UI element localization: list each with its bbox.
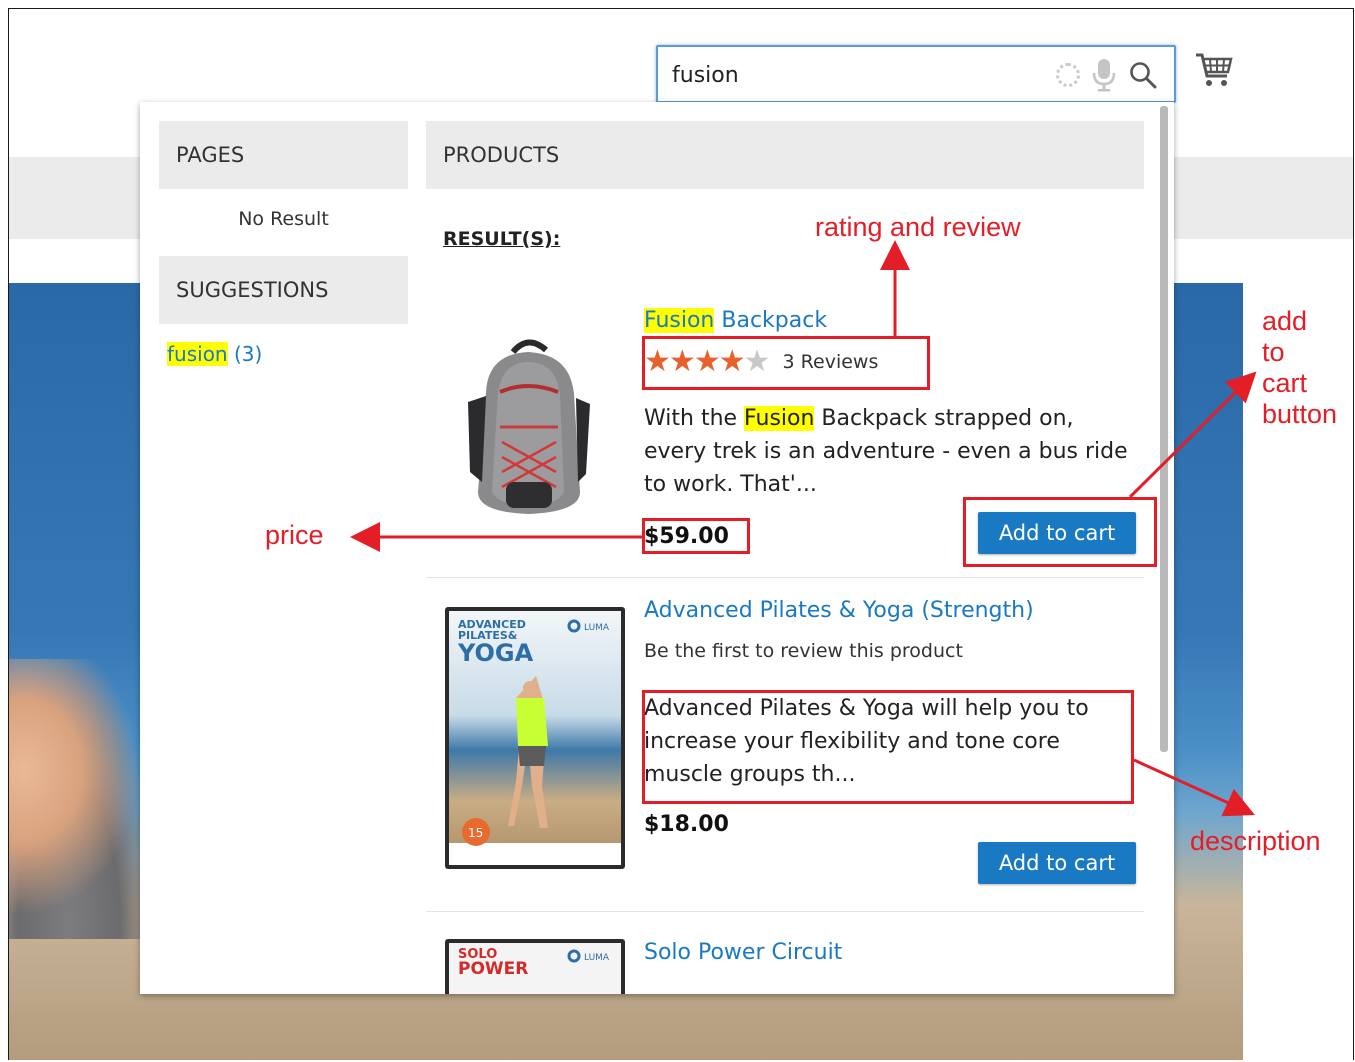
- cover-brand: LUMA: [584, 623, 610, 633]
- pages-heading: PAGES: [159, 121, 408, 189]
- dropdown-scrollbar[interactable]: [1160, 106, 1168, 752]
- product-name-link[interactable]: Advanced Pilates & Yoga (Strength): [644, 598, 1034, 623]
- review-prompt[interactable]: Be the first to review this product: [644, 640, 963, 662]
- add-to-cart-button[interactable]: Add to cart: [978, 842, 1136, 884]
- search-input[interactable]: [672, 59, 1032, 91]
- cover-badge: 15: [468, 826, 483, 840]
- loading-spinner-icon: [1056, 63, 1080, 87]
- price-annotation-box: [642, 518, 750, 554]
- product-price: $18.00: [644, 812, 729, 837]
- cover-title-line: YOGA: [457, 639, 534, 667]
- product-name-rest: Backpack: [714, 308, 828, 333]
- search-box[interactable]: [656, 45, 1176, 103]
- description-annotation-label: description: [1190, 826, 1321, 856]
- hero-model-image: [9, 659, 159, 939]
- cart-annotation-line: add: [1262, 306, 1308, 336]
- cart-annotation-box: [963, 497, 1157, 567]
- backpack-image[interactable]: [458, 332, 598, 518]
- description-annotation-box: [642, 690, 1134, 804]
- pages-heading-text: PAGES: [176, 143, 245, 167]
- suggestions-heading-text: SUGGESTIONS: [176, 278, 329, 302]
- product-name-link[interactable]: Fusion Backpack: [644, 308, 827, 333]
- search-icon[interactable]: [1128, 60, 1158, 90]
- pages-no-result: No Result: [238, 208, 329, 230]
- desc-part: With the: [644, 406, 745, 431]
- rating-annotation-label: rating and review: [815, 212, 1021, 242]
- cover-brand: LUMA: [584, 953, 610, 963]
- suggestion-term: fusion: [167, 342, 228, 366]
- pilates-yoga-dvd-image[interactable]: ADVANCED PILATES& YOGA LUMA 15: [444, 606, 626, 870]
- products-heading: PRODUCTS: [426, 121, 1144, 189]
- cart-annotation-label: add to cart button: [1262, 306, 1337, 430]
- cart-icon[interactable]: [1194, 50, 1234, 90]
- cover-title-line: POWER: [458, 959, 528, 979]
- cart-annotation-line: to: [1262, 337, 1285, 367]
- suggestion-count: (3): [233, 342, 263, 366]
- product-name-link[interactable]: Solo Power Circuit: [644, 940, 842, 965]
- product-description: With the Fusion Backpack strapped on, ev…: [644, 402, 1134, 501]
- product-item: SOLO POWER LUMA Solo Power Circuit: [426, 914, 1144, 994]
- microphone-icon[interactable]: [1090, 58, 1118, 92]
- results-label: RESULT(S):: [443, 228, 561, 250]
- desc-highlight: Fusion: [744, 406, 815, 431]
- suggestion-item[interactable]: fusion (3): [167, 342, 262, 366]
- cart-annotation-line: cart: [1262, 368, 1308, 398]
- products-heading-text: PRODUCTS: [443, 143, 560, 167]
- cart-annotation-line: button: [1262, 399, 1338, 429]
- product-name-highlight: Fusion: [644, 308, 715, 333]
- price-annotation-label: price: [265, 520, 324, 550]
- suggestions-heading: SUGGESTIONS: [159, 256, 408, 324]
- solo-power-dvd-image[interactable]: SOLO POWER LUMA: [444, 938, 626, 994]
- rating-annotation-box: [642, 336, 930, 390]
